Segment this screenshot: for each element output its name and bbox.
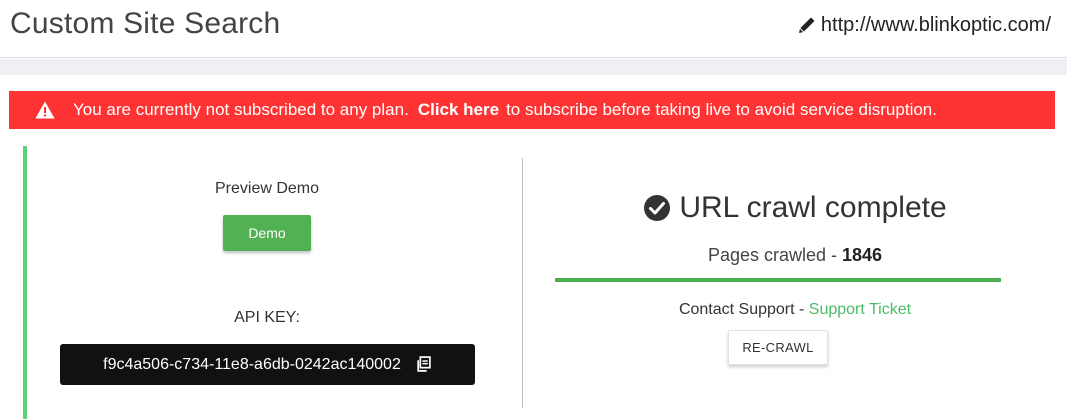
contact-support-label: Contact Support - (678, 301, 809, 318)
crawl-progress-fill (555, 278, 1001, 282)
main-panel: Preview Demo Demo API KEY: f9c4a506-c734… (0, 146, 1067, 419)
site-url[interactable]: http://www.blinkoptic.com/ (821, 14, 1051, 37)
crawl-status: URL crawl complete (523, 191, 1067, 225)
page-title: Custom Site Search (10, 7, 281, 40)
left-column: Preview Demo Demo API KEY: f9c4a506-c734… (27, 146, 507, 419)
recrawl-button[interactable]: RE-CRAWL (728, 330, 828, 365)
pages-crawled-count: 1846 (842, 245, 883, 265)
alert-text-before: You are currently not subscribed to any … (73, 100, 409, 119)
api-key-value[interactable]: f9c4a506-c734-11e8-a6db-0242ac140002 (103, 356, 401, 374)
subscription-alert: You are currently not subscribed to any … (9, 91, 1055, 129)
demo-button[interactable]: Demo (223, 215, 311, 251)
subscribe-link[interactable]: Click here (418, 100, 499, 120)
api-key-box: f9c4a506-c734-11e8-a6db-0242ac140002 (60, 344, 475, 385)
site-url-area: http://www.blinkoptic.com/ (798, 11, 1051, 39)
sub-header-band (0, 59, 1067, 75)
crawl-progress-bar (555, 278, 1001, 282)
pencil-icon[interactable] (798, 17, 815, 34)
right-column: URL crawl complete Pages crawled - 1846 … (523, 146, 1067, 419)
support-ticket-link[interactable]: Support Ticket (809, 301, 911, 318)
alert-text-after: to subscribe before taking live to avoid… (506, 100, 937, 119)
pages-crawled: Pages crawled - 1846 (523, 245, 1067, 266)
check-circle-icon (644, 195, 671, 221)
copy-icon[interactable] (415, 356, 432, 373)
contact-support: Contact Support - Support Ticket (523, 301, 1067, 319)
header: Custom Site Search http://www.blinkoptic… (0, 0, 1067, 58)
pages-crawled-label: Pages crawled - (707, 245, 842, 265)
preview-demo-label: Preview Demo (214, 180, 320, 197)
warning-icon (35, 101, 55, 119)
crawl-status-text: URL crawl complete (679, 191, 947, 224)
api-key-label: API KEY: (234, 309, 300, 326)
